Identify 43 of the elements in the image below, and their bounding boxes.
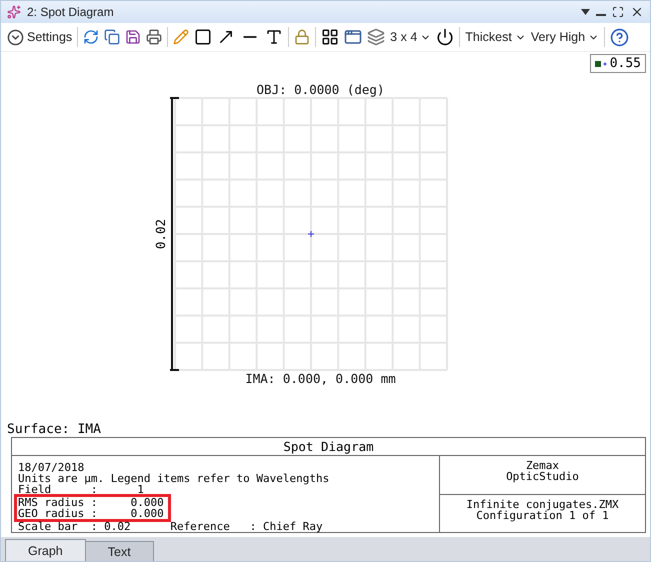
app-icon[interactable] [7, 5, 21, 19]
reset-icon[interactable] [436, 28, 454, 46]
window-icon[interactable] [344, 28, 362, 46]
window-title: 2: Spot Diagram [27, 5, 115, 19]
brand-text: OpticStudio [506, 471, 579, 482]
surface-label: Surface: IMA [7, 422, 102, 437]
help-icon[interactable] [610, 28, 630, 46]
tab[interactable]: Graph [5, 539, 86, 561]
legend-value: 0.55 [610, 56, 641, 71]
lock-icon[interactable] [294, 29, 310, 45]
report-line: Field : 1 [18, 484, 144, 495]
plot-title: OBJ: 0.0000 (deg) [256, 82, 384, 97]
report-line: Scale bar : 0.02 Reference : Chief Ray [18, 521, 324, 532]
report-line: Units are µm. Legend items refer to Wavelengths [18, 473, 330, 484]
pencil-icon[interactable] [173, 29, 190, 45]
report-line: 18/07/2018 [18, 462, 86, 473]
rectangle-icon[interactable] [194, 28, 212, 46]
layers-icon[interactable] [367, 28, 386, 46]
chevron-circle-icon [7, 28, 24, 46]
file-info: Infinite conjugates.ZMX [466, 498, 619, 510]
resolution-dropdown[interactable]: Very High [530, 30, 600, 44]
report-line: RMS radius : 0.000 [18, 497, 164, 508]
tab[interactable]: Text [84, 541, 154, 561]
print-icon[interactable] [146, 29, 162, 45]
grid-icon[interactable] [321, 28, 340, 46]
text-tool-icon[interactable] [265, 28, 284, 46]
layout-dropdown[interactable]: 3 x 4 [390, 30, 432, 44]
spot-marker [307, 230, 314, 238]
maximize-icon[interactable] [612, 6, 624, 18]
report-title: Spot Diagram [12, 438, 645, 456]
legend-swatch-icon [594, 60, 607, 68]
refresh-icon[interactable] [83, 29, 100, 45]
settings-button[interactable]: Settings [7, 28, 72, 46]
copy-icon[interactable] [104, 29, 120, 45]
thickness-dropdown[interactable]: Thickest [465, 30, 526, 44]
plot-footer: IMA: 0.000, 0.000 mm [245, 371, 396, 386]
report-line: GEO radius : 0.000 [18, 508, 164, 519]
scale-label: 0.02 [154, 218, 168, 250]
file-info: Configuration 1 of 1 [476, 510, 609, 520]
dropdown-icon[interactable] [581, 9, 590, 15]
save-icon[interactable] [125, 29, 142, 45]
close-icon[interactable] [630, 5, 644, 19]
brand-text: Zemax [526, 460, 560, 471]
